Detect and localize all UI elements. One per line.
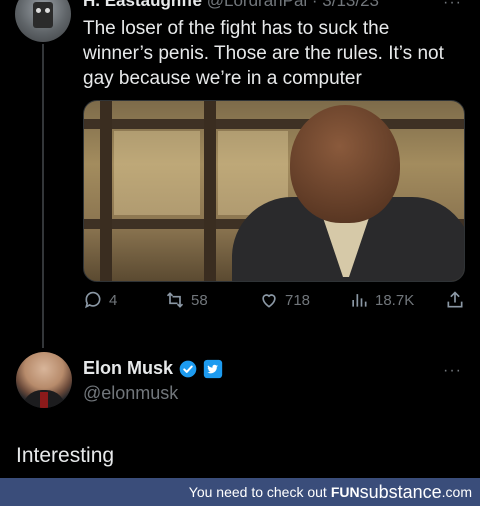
robot-avatar-image [33,2,53,28]
author-name[interactable]: H. Eastaughffe [83,0,202,10]
avatar-tie [40,392,48,408]
image-post [204,101,216,281]
share-icon [447,291,463,308]
reply-button[interactable]: 4 [83,290,117,310]
thread-line [42,44,44,348]
reply-author-handle[interactable]: @elonmusk [83,383,178,404]
share-button[interactable] [445,290,465,310]
views-count: 18.7K [375,291,415,309]
reply-more-options-icon[interactable]: ··· [443,362,462,380]
site-watermark-banner: You need to check out FUN substance .com [0,478,480,506]
robot-eye-left [36,8,41,13]
retweet-button[interactable]: 58 [165,290,208,310]
image-post [100,101,112,281]
reply-author-name[interactable]: Elon Musk [83,358,173,379]
image-person-head [290,105,400,223]
image-panel [114,131,200,215]
more-options-icon[interactable]: ··· [443,0,462,12]
tweet-actions: 4 58 718 18.7K [83,290,465,314]
reply-icon [85,291,101,309]
image-beam [84,119,464,129]
retweet-icon [166,292,184,308]
watermark-brand-domain: .com [441,484,472,500]
like-button[interactable]: 718 [259,290,310,310]
author-avatar[interactable] [15,0,71,42]
robot-eye-right [45,8,50,13]
views-bar-chart-icon [352,294,367,307]
reply-count: 4 [109,291,118,309]
reply-text: Interesting [16,444,115,467]
tweet-media-image[interactable] [83,100,465,282]
views-button[interactable]: 18.7K [349,290,414,310]
tweet-text: The loser of the fight has to suck the w… [83,18,444,89]
watermark-text: You need to check out [188,484,327,500]
heart-icon [262,294,276,308]
tweet-header: H. Eastaughffe @LordranPal · 3/13/23 [83,0,379,11]
retweet-count: 58 [191,291,208,309]
reply-author-avatar[interactable] [16,352,72,408]
watermark-brand-substance: substance [359,481,442,502]
watermark-brand-fun: FUN [330,484,360,500]
reply-author[interactable]: Elon Musk [83,358,223,379]
like-count: 718 [285,291,311,309]
author-handle-date[interactable]: @LordranPal · 3/13/23 [207,0,379,10]
verified-badge-icon [179,360,197,377]
twitter-bird-badge-icon [203,359,223,378]
